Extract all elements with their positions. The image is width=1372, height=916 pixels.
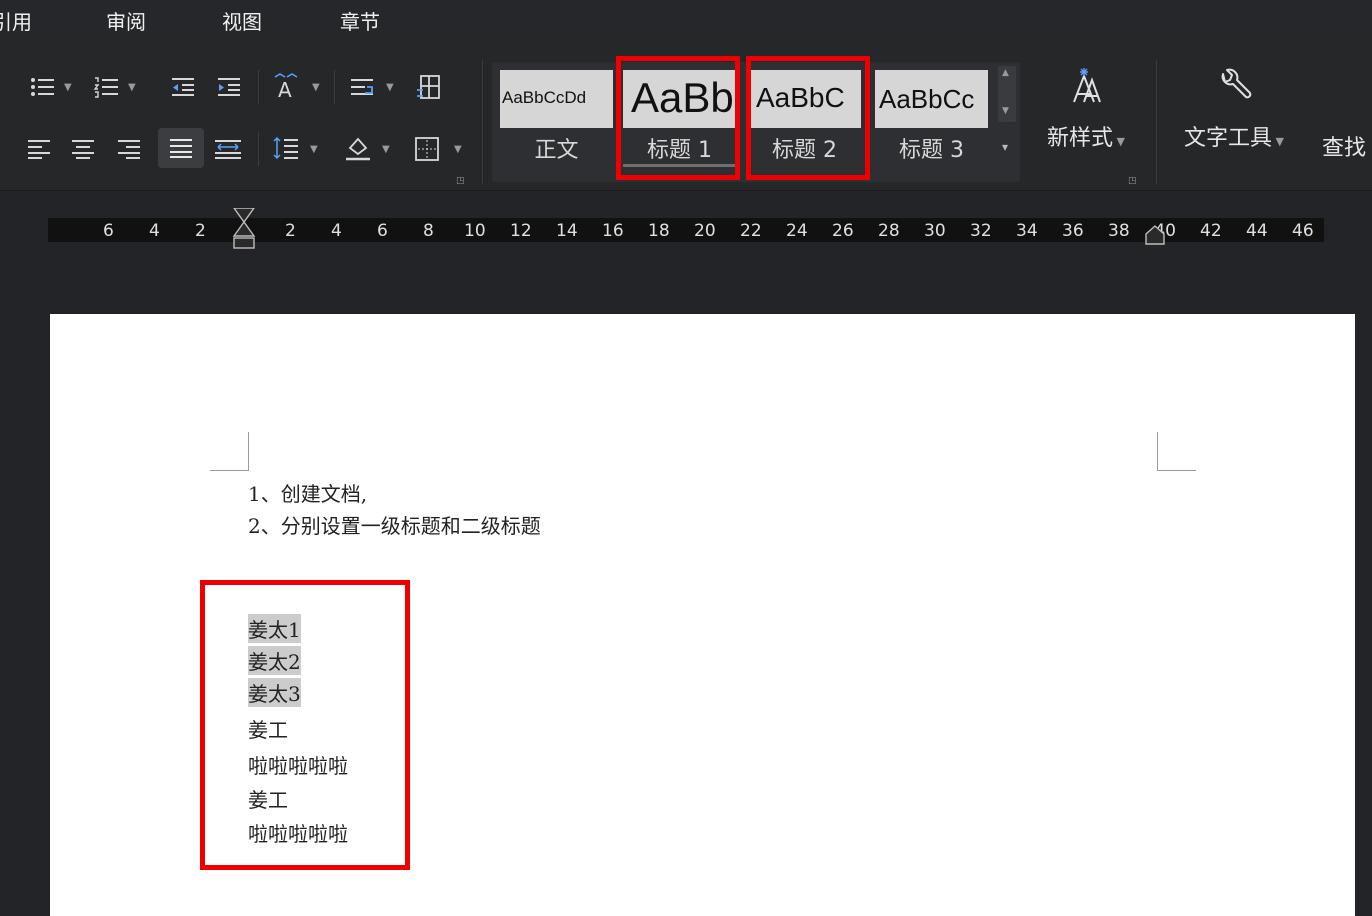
- menu-chapter[interactable]: 章节: [340, 6, 380, 35]
- ruler-number: 46: [1292, 221, 1314, 241]
- ruler-number: 10: [464, 221, 486, 241]
- separator: [258, 70, 259, 104]
- numbered-list-icon[interactable]: [88, 72, 124, 102]
- chevron-down-icon[interactable]: ▼: [310, 144, 318, 155]
- justify-icon[interactable]: [158, 128, 204, 168]
- style-scrollbar[interactable]: ▲ ▼: [998, 66, 1016, 122]
- menu-bar: 引用 审阅 视图 章节: [0, 0, 1372, 40]
- align-left-icon[interactable]: [22, 134, 56, 164]
- ruler-number: 36: [1062, 221, 1084, 241]
- separator: [482, 60, 483, 184]
- ruler-number: 22: [740, 221, 762, 241]
- ruler-number: 44: [1246, 221, 1268, 241]
- ruler-number: 8: [423, 221, 434, 241]
- style-normal-label[interactable]: 正文: [500, 132, 613, 164]
- chevron-down-icon[interactable]: ▼: [386, 82, 394, 93]
- chevron-down-icon: ▼: [1113, 135, 1125, 148]
- new-style-icon: [1073, 68, 1101, 103]
- doc-line-2[interactable]: 2、分别设置一级标题和二级标题: [248, 510, 541, 539]
- borders-icon[interactable]: [410, 132, 444, 166]
- table-insert-icon[interactable]: [410, 70, 446, 104]
- chevron-down-icon[interactable]: ▼: [64, 82, 72, 93]
- ruler-number: 30: [924, 221, 946, 241]
- ruler-number: 4: [331, 221, 342, 241]
- menu-references[interactable]: 引用: [0, 6, 32, 35]
- separator: [258, 132, 259, 166]
- style-gallery-more-icon[interactable]: ▾: [1002, 140, 1008, 154]
- chevron-up-icon[interactable]: ▲: [1002, 68, 1009, 78]
- highlight-heading-1: [616, 56, 740, 180]
- ruler-number: 24: [786, 221, 808, 241]
- align-right-icon[interactable]: [112, 134, 146, 164]
- increase-indent-icon[interactable]: [212, 72, 246, 102]
- menu-view[interactable]: 视图: [222, 6, 262, 35]
- ruler-number: 12: [510, 221, 532, 241]
- margin-corner-top-right: [1157, 432, 1196, 471]
- right-indent-marker-icon[interactable]: [1144, 224, 1166, 246]
- ruler-number: 38: [1108, 221, 1130, 241]
- menu-review[interactable]: 审阅: [106, 6, 146, 35]
- ruler-number: 2: [285, 221, 296, 241]
- ruler-number: 28: [878, 221, 900, 241]
- style-heading-3-preview: AaBbCc: [879, 84, 975, 114]
- distribute-icon[interactable]: [208, 134, 248, 164]
- chevron-down-icon[interactable]: ▼: [128, 82, 136, 93]
- ruler-number: 2: [195, 221, 206, 241]
- style-normal-preview: AaBbCcDd: [502, 88, 587, 107]
- line-spacing-icon[interactable]: [268, 132, 304, 164]
- line-break-icon[interactable]: [344, 72, 380, 102]
- ruler-number: 32: [970, 221, 992, 241]
- separator: [334, 70, 335, 104]
- indent-marker-icon[interactable]: [232, 208, 256, 256]
- dialog-launcher-icon[interactable]: ◳: [456, 176, 465, 186]
- text-direction-icon[interactable]: A: [266, 68, 306, 104]
- ruler-number: 16: [602, 221, 624, 241]
- find-label: 查找: [1322, 136, 1367, 161]
- chevron-down-icon: ▼: [1272, 135, 1284, 148]
- horizontal-ruler[interactable]: 6 4 2 2 4 6 8 10 12 14 16 18 20 22 24 26…: [48, 208, 1324, 249]
- shading-icon[interactable]: [340, 130, 376, 166]
- svg-text:A: A: [278, 78, 292, 101]
- ruler-number: 6: [103, 221, 114, 241]
- ruler-number: 14: [556, 221, 578, 241]
- chevron-down-icon[interactable]: ▼: [454, 144, 462, 155]
- dialog-launcher-icon[interactable]: ◳: [1128, 176, 1137, 186]
- ruler-number: 42: [1200, 221, 1222, 241]
- separator: [1156, 60, 1157, 184]
- align-center-icon[interactable]: [66, 134, 100, 164]
- ruler-number: 20: [694, 221, 716, 241]
- highlight-heading-2: [746, 56, 870, 180]
- ruler-number: 18: [648, 221, 670, 241]
- decrease-indent-icon[interactable]: [166, 72, 200, 102]
- new-style-label: 新样式: [1047, 126, 1114, 151]
- highlight-text-block: [200, 580, 410, 870]
- ruler-number: 26: [832, 221, 854, 241]
- style-normal[interactable]: AaBbCcDd: [500, 70, 613, 128]
- bullet-list-icon[interactable]: [24, 72, 60, 102]
- ruler-number: 4: [149, 221, 160, 241]
- chevron-down-icon[interactable]: ▼: [382, 144, 390, 155]
- doc-line-1[interactable]: 1、创建文档,: [248, 478, 367, 507]
- wrench-icon: [1221, 68, 1252, 99]
- ruler-number: 34: [1016, 221, 1038, 241]
- style-heading-3[interactable]: AaBbCc: [875, 70, 988, 128]
- ruler-number: 6: [377, 221, 388, 241]
- style-heading-3-label[interactable]: 标题 3: [875, 132, 988, 164]
- margin-corner-top-left: [210, 432, 249, 471]
- new-style-button[interactable]: 新样式 ▼: [1032, 66, 1140, 176]
- chevron-down-icon[interactable]: ▼: [312, 82, 320, 93]
- text-tools-label: 文字工具: [1184, 126, 1273, 151]
- find-button[interactable]: 查找: [1322, 130, 1372, 162]
- text-tools-button[interactable]: 文字工具 ▼: [1164, 66, 1304, 176]
- chevron-down-icon[interactable]: ▼: [1002, 106, 1009, 116]
